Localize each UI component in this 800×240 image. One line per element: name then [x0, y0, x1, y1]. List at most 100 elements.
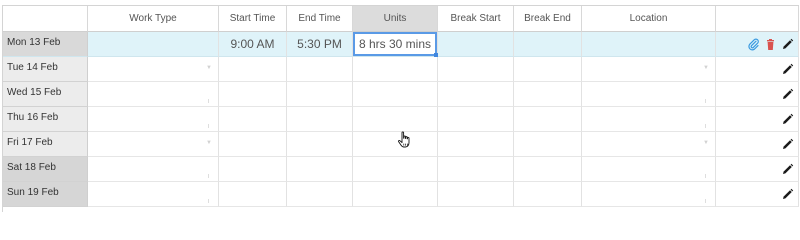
- break-end-cell[interactable]: [514, 82, 582, 107]
- row-date[interactable]: Sat 18 Feb: [3, 157, 88, 182]
- break-end-cell[interactable]: [514, 107, 582, 132]
- pencil-icon[interactable]: [781, 163, 794, 176]
- header-start-time[interactable]: Start Time: [219, 6, 287, 32]
- work-type-cell[interactable]: [88, 32, 219, 57]
- dropdown-arrow-icon: ▼: [206, 140, 212, 146]
- location-cell[interactable]: ▼: [582, 132, 716, 157]
- work-type-cell[interactable]: [88, 182, 219, 207]
- end-time-cell[interactable]: [287, 132, 353, 157]
- table-row[interactable]: Sat 18 Feb: [3, 157, 799, 182]
- end-time-cell[interactable]: [287, 82, 353, 107]
- header-corner: [3, 6, 88, 32]
- units-cell[interactable]: [353, 82, 438, 107]
- row-date[interactable]: Mon 13 Feb: [3, 32, 88, 57]
- row-actions: [716, 157, 799, 182]
- row-date[interactable]: Wed 15 Feb: [3, 82, 88, 107]
- units-cell[interactable]: 8 hrs 30 mins: [353, 32, 438, 57]
- paperclip-icon[interactable]: [747, 38, 760, 51]
- work-type-cell[interactable]: ▼: [88, 132, 219, 157]
- row-actions: [716, 132, 799, 157]
- cell-marker: [705, 124, 706, 128]
- cell-marker: [208, 99, 209, 103]
- table-row[interactable]: Tue 14 Feb ▼ ▼: [3, 57, 799, 82]
- work-type-cell[interactable]: [88, 107, 219, 132]
- units-cell[interactable]: [353, 157, 438, 182]
- dropdown-arrow-icon: ▼: [703, 140, 709, 146]
- units-input[interactable]: 8 hrs 30 mins: [353, 32, 438, 57]
- pencil-icon[interactable]: [781, 63, 794, 76]
- units-value: 8 hrs 30 mins: [358, 37, 432, 51]
- end-time-cell[interactable]: [287, 57, 353, 82]
- start-time-cell[interactable]: [219, 107, 287, 132]
- cell-marker: [208, 124, 209, 128]
- row-date[interactable]: Sun 19 Feb: [3, 182, 88, 207]
- pencil-icon[interactable]: [781, 138, 794, 151]
- break-start-cell[interactable]: [438, 82, 514, 107]
- location-cell[interactable]: ▼: [582, 57, 716, 82]
- cell-marker: [208, 199, 209, 203]
- end-time-cell[interactable]: 5:30 PM: [287, 32, 353, 57]
- break-start-cell[interactable]: [438, 107, 514, 132]
- location-cell[interactable]: [582, 107, 716, 132]
- row-actions: [716, 32, 799, 57]
- break-end-cell[interactable]: [514, 182, 582, 207]
- row-date[interactable]: Tue 14 Feb: [3, 57, 88, 82]
- trash-icon[interactable]: [764, 38, 777, 51]
- end-time-cell[interactable]: [287, 107, 353, 132]
- pencil-icon[interactable]: [781, 113, 794, 126]
- break-start-cell[interactable]: [438, 157, 514, 182]
- header-end-time[interactable]: End Time: [287, 6, 353, 32]
- table-row[interactable]: Mon 13 Feb 9:00 AM 5:30 PM 8 hrs 30 mins: [3, 32, 799, 57]
- header-work-type[interactable]: Work Type: [88, 6, 219, 32]
- break-start-cell[interactable]: [438, 132, 514, 157]
- break-end-cell[interactable]: [514, 32, 582, 57]
- start-time-cell[interactable]: 9:00 AM: [219, 32, 287, 57]
- start-time-cell[interactable]: [219, 82, 287, 107]
- row-actions: [716, 57, 799, 82]
- table-row[interactable]: Wed 15 Feb: [3, 82, 799, 107]
- end-time-cell[interactable]: [287, 157, 353, 182]
- work-type-cell[interactable]: [88, 82, 219, 107]
- break-start-cell[interactable]: [438, 57, 514, 82]
- location-cell[interactable]: [582, 182, 716, 207]
- dropdown-arrow-icon: ▼: [703, 65, 709, 71]
- row-date[interactable]: Fri 17 Feb: [3, 132, 88, 157]
- row-date[interactable]: Thu 16 Feb: [3, 107, 88, 132]
- row-actions: [716, 107, 799, 132]
- location-cell[interactable]: [582, 157, 716, 182]
- pencil-icon[interactable]: [781, 38, 794, 51]
- header-location[interactable]: Location: [582, 6, 716, 32]
- table-row[interactable]: Sun 19 Feb: [3, 182, 799, 207]
- units-cell[interactable]: [353, 132, 438, 157]
- start-time-cell[interactable]: [219, 182, 287, 207]
- header-actions: [716, 6, 799, 32]
- units-cell[interactable]: [353, 182, 438, 207]
- break-end-cell[interactable]: [514, 157, 582, 182]
- start-time-cell[interactable]: [219, 57, 287, 82]
- table-row[interactable]: Thu 16 Feb: [3, 107, 799, 132]
- break-start-cell[interactable]: [438, 32, 514, 57]
- header-row: Work Type Start Time End Time Units Brea…: [3, 6, 799, 32]
- units-cell[interactable]: [353, 107, 438, 132]
- break-end-cell[interactable]: [514, 57, 582, 82]
- end-time-cell[interactable]: [287, 182, 353, 207]
- start-time-cell[interactable]: [219, 157, 287, 182]
- pencil-icon[interactable]: [781, 188, 794, 201]
- cell-marker: [705, 199, 706, 203]
- break-end-cell[interactable]: [514, 132, 582, 157]
- location-cell[interactable]: [582, 82, 716, 107]
- start-time-cell[interactable]: [219, 132, 287, 157]
- cell-marker: [705, 99, 706, 103]
- cell-marker: [208, 174, 209, 178]
- header-break-start[interactable]: Break Start: [438, 6, 514, 32]
- hand-pointer-cursor-icon: [397, 131, 413, 149]
- work-type-cell[interactable]: ▼: [88, 57, 219, 82]
- work-type-cell[interactable]: [88, 157, 219, 182]
- break-start-cell[interactable]: [438, 182, 514, 207]
- location-cell[interactable]: [582, 32, 716, 57]
- pencil-icon[interactable]: [781, 88, 794, 101]
- cell-marker: [705, 174, 706, 178]
- header-break-end[interactable]: Break End: [514, 6, 582, 32]
- units-cell[interactable]: [353, 57, 438, 82]
- header-units[interactable]: Units: [353, 6, 438, 32]
